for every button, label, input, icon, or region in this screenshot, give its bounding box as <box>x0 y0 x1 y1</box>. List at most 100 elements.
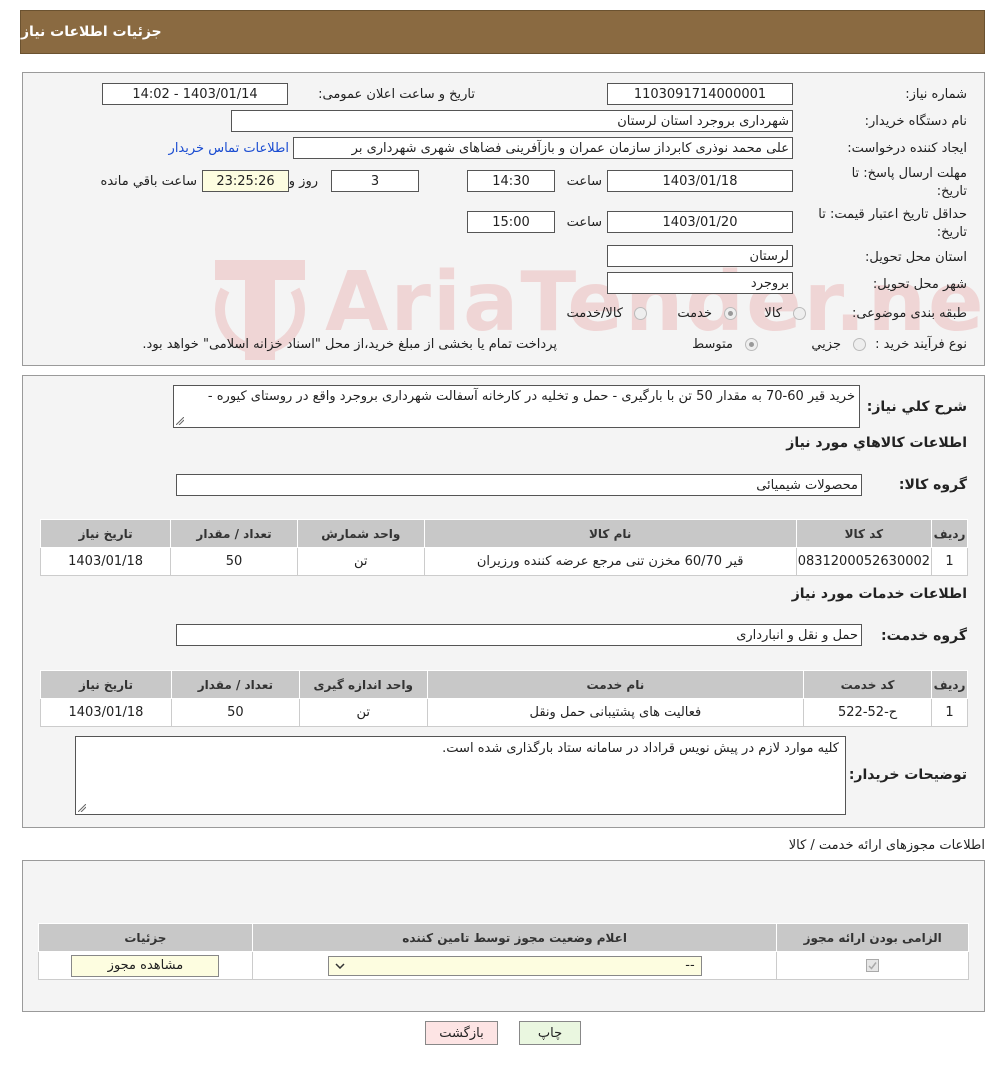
permit-status-value: -- <box>685 958 695 973</box>
buyer-notes-label: توضیحات خریدار: <box>848 767 967 783</box>
print-button[interactable]: چاپ <box>519 1021 581 1045</box>
buyer-org-label: نام دستگاه خریدار: <box>864 114 967 129</box>
validity-label-date: تاریخ: <box>936 225 967 240</box>
process-option-medium: متوسط <box>692 337 733 352</box>
deadline-date-field: 1403/01/18 <box>607 170 793 192</box>
goods-group-field: محصولات شیمیائی <box>176 474 862 496</box>
cell-row: 1 <box>931 547 968 576</box>
cell-code: 0831200052630002 <box>795 547 933 576</box>
page-header: جزئیات اطلاعات نیاز <box>20 10 985 54</box>
process-option-minor: جزيي <box>811 337 841 352</box>
buyer-contact-link[interactable]: اطلاعات تماس خریدار <box>169 141 289 156</box>
remaining-label: ساعت باقي مانده <box>100 174 197 189</box>
deadline-time-label: ساعت <box>566 174 602 189</box>
col-unit: واحد اندازه گیری <box>298 670 428 699</box>
services-table-header: رديف کد خدمت نام خدمت واحد اندازه گیری ت… <box>40 670 968 699</box>
cell-details: مشاهده مجوز <box>38 951 253 980</box>
validity-time-field: 15:00 <box>467 211 555 233</box>
goods-section-title: اطلاعات کالاهاي مورد نياز <box>786 435 967 451</box>
resize-handle-icon[interactable] <box>78 804 86 812</box>
table-row: -- مشاهده مجوز <box>38 951 969 980</box>
col-qty: تعداد / مقدار <box>170 519 298 548</box>
province-label: استان محل تحویل: <box>865 250 967 265</box>
days-label: روز و <box>288 174 318 189</box>
category-option-service: خدمت <box>677 306 712 321</box>
need-number-label: شماره نیاز: <box>905 87 967 102</box>
buyer-notes-text: کلیه موارد لازم در پیش نویس قراداد در سا… <box>442 741 839 756</box>
table-row: 1 0831200052630002 قیر 60/70 مخزن تنی مر… <box>39 547 968 576</box>
services-group-field: حمل و نقل و انبارداری <box>176 624 862 646</box>
services-table: رديف کد خدمت نام خدمت واحد اندازه گیری ت… <box>40 670 968 727</box>
cell-name: فعالیت های پشتیبانی حمل ونقل <box>426 698 805 727</box>
goods-table-header: رديف کد کالا نام کالا واحد شمارش تعداد /… <box>39 519 968 548</box>
table-row: 1 ح-52-522 فعالیت های پشتیبانی حمل ونقل … <box>40 698 968 727</box>
deadline-time-field: 14:30 <box>467 170 555 192</box>
deadline-label: مهلت ارسال پاسخ: تا <box>851 166 967 181</box>
col-unit: واحد شمارش <box>296 519 425 548</box>
col-status: اعلام وضعیت مجوز توسط تامین کننده <box>251 923 778 952</box>
col-qty: تعداد / مقدار <box>170 670 300 699</box>
need-number-field: 1103091714000001 <box>607 83 793 105</box>
category-radio-service[interactable] <box>724 307 737 320</box>
days-field: 3 <box>331 170 419 192</box>
cell-qty: 50 <box>170 547 298 576</box>
col-date: تاریخ نیاز <box>40 670 172 699</box>
checkmark-icon <box>868 962 877 970</box>
cell-date: 1403/01/18 <box>39 547 172 576</box>
services-group-label: گروه خدمت: <box>881 628 967 644</box>
cell-date: 1403/01/18 <box>40 698 172 727</box>
cell-unit: تن <box>296 547 425 576</box>
permits-table: الزامی بودن ارائه مجوز اعلام وضعیت مجوز … <box>38 923 969 980</box>
goods-group-label: گروه کالا: <box>898 477 967 493</box>
cell-code: ح-52-522 <box>803 698 933 727</box>
permit-status-select[interactable]: -- <box>327 955 702 976</box>
deadline-label-date: تاریخ: <box>936 184 967 199</box>
validity-label: حداقل تاریخ اعتبار قیمت: تا <box>818 207 967 222</box>
announce-field: 1403/01/14 - 14:02 <box>102 83 288 105</box>
province-field: لرستان <box>607 245 793 267</box>
col-code: کد خدمت <box>803 670 933 699</box>
cell-qty: 50 <box>170 698 300 727</box>
announce-label: تاریخ و ساعت اعلان عمومی: <box>318 87 475 102</box>
services-section-title: اطلاعات خدمات مورد نياز <box>791 586 967 602</box>
col-details: جزئیات <box>38 923 253 952</box>
city-field: بروجرد <box>607 272 793 294</box>
category-label: طبقه بندی موضوعی: <box>851 306 967 321</box>
cell-unit: تن <box>298 698 428 727</box>
cell-status: -- <box>251 951 778 980</box>
col-date: تاریخ نیاز <box>39 519 172 548</box>
creator-label: ایجاد کننده درخواست: <box>847 141 967 156</box>
cell-name: قیر 60/70 مخزن تنی مرجع عرضه کننده ورزیر… <box>423 547 797 576</box>
back-button[interactable]: بازگشت <box>425 1021 498 1045</box>
permits-title: اطلاعات مجوزهای ارائه خدمت / کالا <box>788 838 985 853</box>
watermark-text: AriaTender.neT <box>325 255 985 350</box>
col-name: نام خدمت <box>426 670 805 699</box>
description-textarea[interactable]: خرید قیر 60-70 به مقدار 50 تن با بارگیری… <box>173 385 860 428</box>
description-label: شرح کلي نياز: <box>866 399 967 415</box>
page-title: جزئیات اطلاعات نیاز <box>21 24 162 40</box>
buyer-org-field: شهرداری بروجرد استان لرستان <box>231 110 793 132</box>
buyer-notes-textarea[interactable]: کلیه موارد لازم در پیش نویس قراداد در سا… <box>75 736 846 815</box>
category-radio-goods-service[interactable] <box>634 307 647 320</box>
goods-table: رديف کد کالا نام کالا واحد شمارش تعداد /… <box>39 519 968 576</box>
chevron-down-icon <box>335 962 345 969</box>
validity-time-label: ساعت <box>566 215 602 230</box>
category-radio-goods[interactable] <box>793 307 806 320</box>
col-row: رديف <box>931 519 968 548</box>
permits-table-header: الزامی بودن ارائه مجوز اعلام وضعیت مجوز … <box>38 923 969 952</box>
process-radio-medium[interactable] <box>745 338 758 351</box>
creator-field: علی محمد نوذری کابرداز سازمان عمران و با… <box>293 137 793 159</box>
validity-date-field: 1403/01/20 <box>607 211 793 233</box>
col-name: نام کالا <box>423 519 797 548</box>
col-row: رديف <box>931 670 968 699</box>
cell-required <box>776 951 969 980</box>
description-text: خرید قیر 60-70 به مقدار 50 تن با بارگیری… <box>207 389 855 404</box>
view-permit-button[interactable]: مشاهده مجوز <box>71 954 220 977</box>
col-code: کد کالا <box>795 519 933 548</box>
process-radio-minor[interactable] <box>853 338 866 351</box>
resize-handle-icon[interactable] <box>176 417 184 425</box>
required-checkbox[interactable] <box>866 959 880 972</box>
city-label: شهر محل تحویل: <box>872 277 967 292</box>
col-required: الزامی بودن ارائه مجوز <box>776 923 969 952</box>
category-option-goods-service: کالا/خدمت <box>566 306 623 321</box>
